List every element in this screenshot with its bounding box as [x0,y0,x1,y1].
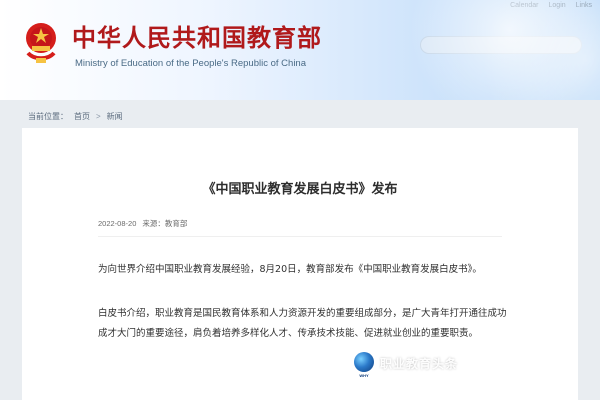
breadcrumb-item-home[interactable]: 首页 [74,111,90,122]
breadcrumb: 当前位置： 首页 > 新闻 [28,111,123,122]
watermark-logo-icon [354,352,374,372]
watermark-logo-text: WHY [359,373,369,378]
article-title: 《中国职业教育发展白皮书》发布 [202,182,398,197]
breadcrumb-item-news[interactable]: 新闻 [107,111,123,122]
site-header: 中华人民共和国教育部 Ministry of Education of the … [0,0,600,100]
top-link[interactable]: Login [549,2,566,9]
breadcrumb-label: 当前位置： [28,112,68,121]
divider [98,236,502,237]
site-title-cn: 中华人民共和国教育部 [72,24,322,52]
top-link[interactable]: Links [576,2,592,9]
article-card: 《中国职业教育发展白皮书》发布 2022-08-20 来源：教育部 为向世界介绍… [22,128,578,400]
article-meta: 2022-08-20 来源：教育部 [98,218,187,229]
article-source: 来源：教育部 [142,219,188,228]
top-links: Calendar Login Links [510,0,592,10]
article-date: 2022-08-20 [98,219,137,228]
article-paragraph-1: 为向世界介绍中国职业教育发展经验，8月20日，教育部发布《中国职业教育发展白皮书… [98,264,482,275]
article-paragraph-2: 白皮书介绍，职业教育是国民教育体系和人力资源开发的重要组成部分，是广大青年打开通… [98,308,507,339]
breadcrumb-separator: > [96,112,101,121]
top-link[interactable]: Calendar [510,2,538,9]
site-title-en: Ministry of Education of the People's Re… [75,58,306,69]
national-emblem-icon [26,23,56,63]
search-input[interactable] [431,36,581,54]
search-box[interactable] [420,36,582,54]
watermark-text: 职业教育头条 [380,357,459,371]
